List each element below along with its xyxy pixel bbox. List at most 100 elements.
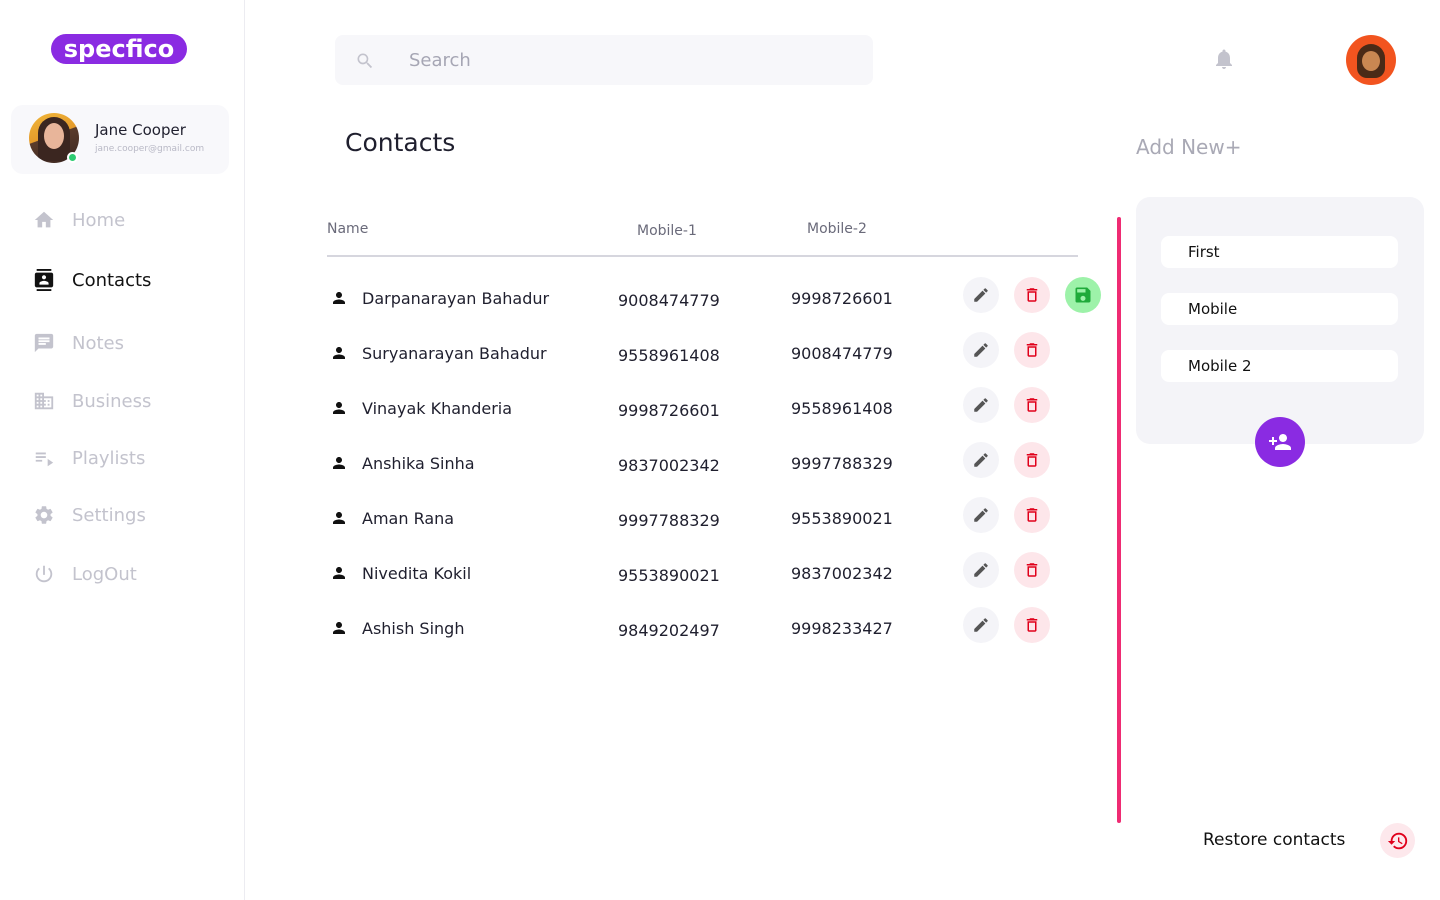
delete-button[interactable]	[1014, 497, 1050, 533]
contact-mobile-1: 9558961408	[618, 346, 720, 365]
trash-icon	[1026, 343, 1038, 357]
contacts-icon	[33, 269, 55, 291]
online-status-dot	[67, 152, 78, 163]
trash-icon	[1026, 288, 1038, 302]
search-bar	[335, 35, 873, 85]
pencil-icon	[974, 453, 988, 467]
edit-button[interactable]	[963, 332, 999, 368]
playlist-icon	[33, 447, 55, 469]
sidebar-item-settings[interactable]: Settings	[33, 500, 223, 530]
contact-mobile-2: 9008474779	[791, 344, 893, 363]
panel-divider	[1117, 217, 1121, 823]
edit-button[interactable]	[963, 442, 999, 478]
trash-icon	[1026, 398, 1038, 412]
header-divider	[327, 255, 1078, 257]
contact-mobile-1: 9008474779	[618, 291, 720, 310]
delete-button[interactable]	[1014, 277, 1050, 313]
sidebar-item-label: Business	[72, 390, 152, 412]
pencil-icon	[974, 563, 988, 577]
mobile-field[interactable]	[1161, 293, 1398, 325]
trash-icon	[1026, 508, 1038, 522]
business-icon	[33, 390, 55, 412]
contact-mobile-2: 9837002342	[791, 564, 893, 583]
column-header-name: Name	[327, 221, 369, 237]
add-new-link[interactable]: Add New+	[1136, 135, 1241, 159]
table-row: Vinayak Khanderia 9998726601 9558961408	[327, 387, 1117, 435]
edit-button[interactable]	[963, 552, 999, 588]
sidebar-item-playlists[interactable]: Playlists	[33, 443, 223, 473]
contact-mobile-2: 9998726601	[791, 289, 893, 308]
delete-button[interactable]	[1014, 387, 1050, 423]
add-contact-button[interactable]	[1255, 417, 1305, 467]
sidebar-item-label: LogOut	[72, 563, 137, 585]
table-row: Suryanarayan Bahadur 9558961408 90084747…	[327, 332, 1117, 380]
sidebar-item-label: Settings	[72, 504, 146, 526]
trash-icon	[1026, 563, 1038, 577]
edit-button[interactable]	[963, 387, 999, 423]
contact-name: Vinayak Khanderia	[362, 399, 513, 418]
edit-button[interactable]	[963, 607, 999, 643]
sidebar-item-label: Contacts	[72, 269, 152, 291]
power-icon	[33, 563, 55, 585]
sidebar-item-logout[interactable]: LogOut	[33, 559, 223, 589]
sidebar-item-business[interactable]: Business	[33, 386, 223, 416]
app-logo[interactable]: specfico	[48, 28, 190, 68]
contact-mobile-1: 9837002342	[618, 456, 720, 475]
column-header-mobile-2: Mobile-2	[807, 221, 867, 237]
user-profile-card[interactable]: Jane Cooper jane.cooper@gmail.com	[11, 105, 229, 174]
person-icon	[330, 619, 348, 637]
sidebar-item-label: Home	[72, 209, 126, 231]
first-name-field[interactable]	[1161, 236, 1398, 268]
person-icon	[330, 344, 348, 362]
home-icon	[33, 209, 55, 231]
contact-mobile-2: 9553890021	[791, 509, 893, 528]
contact-name: Aman Rana	[362, 509, 455, 528]
delete-button[interactable]	[1014, 442, 1050, 478]
delete-button[interactable]	[1014, 552, 1050, 588]
person-icon	[330, 399, 348, 417]
pencil-icon	[974, 508, 988, 522]
search-icon	[355, 51, 375, 71]
gear-icon	[33, 504, 55, 526]
save-button[interactable]	[1065, 277, 1101, 313]
person-icon	[330, 454, 348, 472]
contact-name: Nivedita Kokil	[362, 564, 472, 583]
contact-mobile-1: 9998726601	[618, 401, 720, 420]
restore-contacts-label[interactable]: Restore contacts	[1203, 830, 1345, 850]
sidebar-item-label: Notes	[72, 332, 124, 354]
person-add-icon	[1269, 434, 1291, 450]
add-contact-form	[1136, 197, 1424, 444]
notification-bell-icon[interactable]	[1212, 46, 1236, 72]
edit-button[interactable]	[963, 497, 999, 533]
history-icon	[1387, 832, 1407, 849]
sidebar: specfico Jane Cooper jane.cooper@gmail.c…	[0, 0, 245, 900]
account-avatar[interactable]	[1346, 35, 1396, 85]
logo-text: specfico	[64, 35, 174, 63]
contact-mobile-2: 9558961408	[791, 399, 893, 418]
pencil-icon	[974, 343, 988, 357]
contact-mobile-2: 9997788329	[791, 454, 893, 473]
delete-button[interactable]	[1014, 607, 1050, 643]
floppy-disk-icon	[1075, 287, 1091, 303]
sidebar-item-notes[interactable]: Notes	[33, 328, 223, 358]
sidebar-item-label: Playlists	[72, 447, 146, 469]
contact-name: Ashish Singh	[362, 619, 465, 638]
trash-icon	[1026, 618, 1038, 632]
contact-mobile-1: 9997788329	[618, 511, 720, 530]
delete-button[interactable]	[1014, 332, 1050, 368]
contact-mobile-1: 9553890021	[618, 566, 720, 585]
restore-contacts-button[interactable]	[1380, 823, 1415, 858]
search-input[interactable]	[409, 47, 849, 73]
table-row: Anshika Sinha 9837002342 9997788329	[327, 442, 1117, 490]
edit-button[interactable]	[963, 277, 999, 313]
table-row: Nivedita Kokil 9553890021 9837002342	[327, 552, 1117, 600]
pencil-icon	[974, 288, 988, 302]
user-name: Jane Cooper	[95, 121, 186, 139]
contact-name: Darpanarayan Bahadur	[362, 289, 550, 308]
contact-mobile-2: 9998233427	[791, 619, 893, 638]
mobile-2-field[interactable]	[1161, 350, 1398, 382]
sidebar-item-contacts[interactable]: Contacts	[33, 265, 223, 295]
sidebar-item-home[interactable]: Home	[33, 205, 223, 235]
person-icon	[330, 509, 348, 527]
person-icon	[330, 289, 348, 307]
